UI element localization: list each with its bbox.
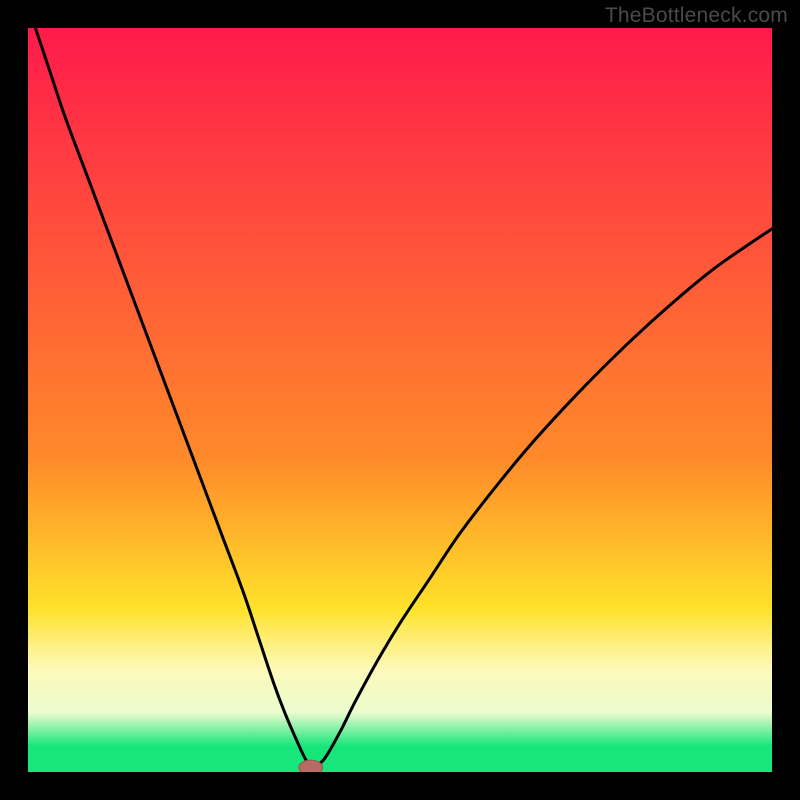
gradient-background: [28, 28, 772, 772]
chart-svg: [28, 28, 772, 772]
watermark-text: TheBottleneck.com: [605, 4, 788, 28]
chart-frame: TheBottleneck.com: [0, 0, 800, 800]
plot-area: [28, 28, 772, 772]
optimal-point-marker: [299, 760, 323, 772]
